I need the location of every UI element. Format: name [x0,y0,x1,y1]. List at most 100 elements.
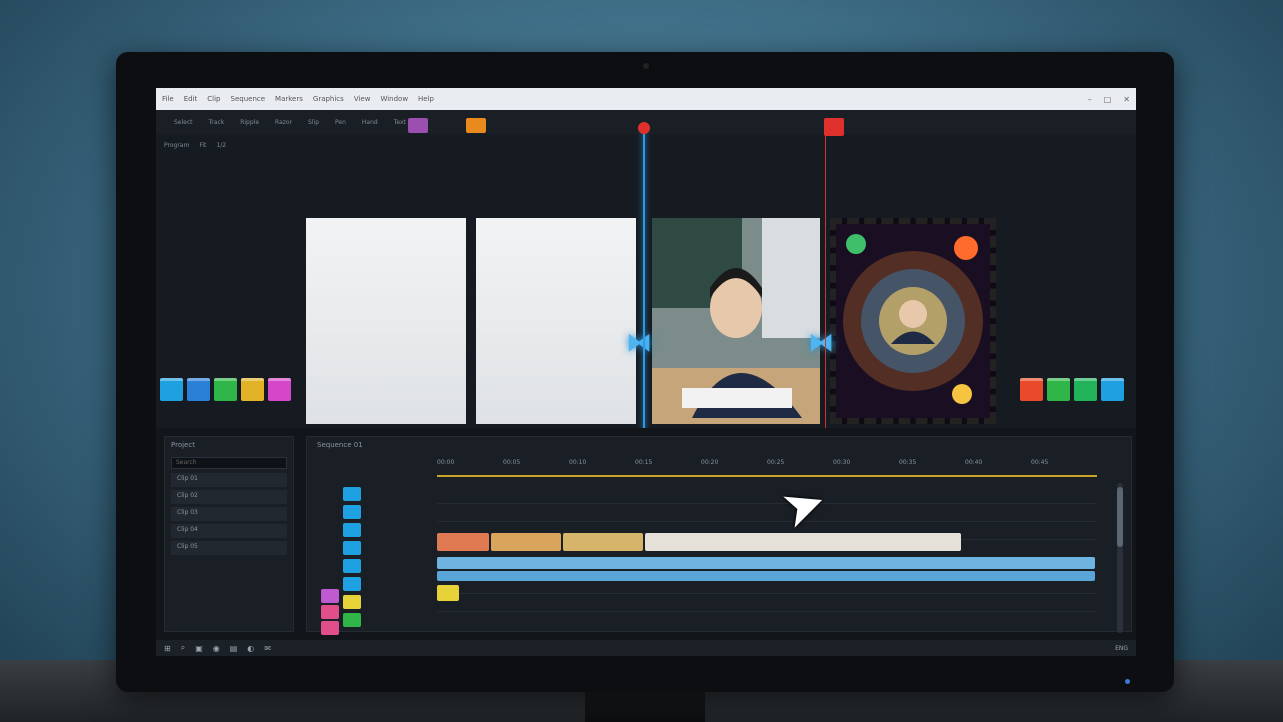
track-head-a1[interactable] [343,559,361,573]
screen: File Edit Clip Sequence Markers Graphics… [156,88,1136,656]
video-clip[interactable] [437,533,489,551]
swatch-green[interactable] [214,378,237,401]
ruler-tick: 00:10 [569,459,587,466]
window-controls: – □ ✕ [1088,95,1130,104]
menu-help[interactable]: Help [418,95,434,103]
menu-clip[interactable]: Clip [207,95,220,103]
editor-icon[interactable]: ◐ [247,644,254,653]
program-viewer: Program Fit 1/2 ⧓ ⧓ [156,138,1136,452]
menu-view[interactable]: View [354,95,371,103]
photo-frame-student[interactable] [652,218,820,424]
marker-purple[interactable] [408,118,428,133]
ruler-tick: 00:00 [437,459,455,466]
tool-ripple[interactable]: Ripple [240,119,259,126]
tool-hand[interactable]: Hand [362,119,378,126]
video-clip[interactable] [491,533,561,551]
project-panel-title: Project [171,441,195,449]
menu-window[interactable]: Window [380,95,408,103]
timeline-panel: Sequence 01 00:00 00:05 00:10 00:15 00:2… [306,436,1132,635]
blank-frame-2[interactable] [476,218,636,424]
track-lane [437,593,1097,594]
track-head-tag-2[interactable] [321,605,339,619]
swatch-yellow[interactable] [241,378,264,401]
transition-icon-2[interactable]: ⧓ [808,328,834,358]
transition-icon-1[interactable]: ⧓ [626,328,652,358]
swatch-magenta[interactable] [268,378,291,401]
swatch-red[interactable] [1020,378,1043,401]
track-head-a4[interactable] [343,613,361,627]
timeline-ruler[interactable]: 00:00 00:05 00:10 00:15 00:20 00:25 00:3… [437,459,1097,473]
start-icon[interactable]: ⊞ [164,644,171,653]
swatch-blue-3[interactable] [1101,378,1124,401]
track-lane [437,503,1097,504]
menu-bar: File Edit Clip Sequence Markers Graphics… [156,88,1136,110]
media-item[interactable]: Clip 05 [171,541,287,555]
menu-markers[interactable]: Markers [275,95,303,103]
playhead-knob[interactable] [638,122,650,134]
search-icon[interactable]: ⌕ [181,643,185,653]
files-icon[interactable]: ▤ [230,644,238,653]
color-swatches-right [1020,378,1124,401]
menu-edit[interactable]: Edit [184,95,198,103]
tool-track[interactable]: Track [209,119,225,126]
bottom-panels: Project Search Clip 01 Clip 02 Clip 03 C… [156,428,1136,640]
in-point-line[interactable] [825,128,826,458]
timeline-header: Sequence 01 [317,441,363,449]
track-head-tag-3[interactable] [321,621,339,635]
swatch-green-3[interactable] [1074,378,1097,401]
audio-clip[interactable] [437,571,1095,581]
taskbar: ⊞ ⌕ ▣ ◉ ▤ ◐ ✉ ENG [156,640,1136,656]
tool-pen[interactable]: Pen [335,119,346,126]
work-area-bar[interactable] [437,475,1097,477]
task-view-icon[interactable]: ▣ [195,644,203,653]
tool-slip[interactable]: Slip [308,119,319,126]
track-head-v2[interactable] [343,505,361,519]
system-tray[interactable]: ENG [1115,645,1128,652]
swatch-green-2[interactable] [1047,378,1070,401]
monitor: File Edit Clip Sequence Markers Graphics… [116,52,1174,692]
in-point-marker[interactable] [824,118,844,136]
graphics-clip[interactable] [437,585,459,601]
media-item[interactable]: Clip 03 [171,507,287,521]
webcam-dot [643,63,649,69]
project-panel: Project Search Clip 01 Clip 02 Clip 03 C… [164,436,294,632]
media-item[interactable]: Clip 02 [171,490,287,504]
track-head-v4[interactable] [343,541,361,555]
power-led [1125,679,1130,684]
menu-graphics[interactable]: Graphics [313,95,344,103]
viewer-resolution[interactable]: 1/2 [216,142,226,149]
media-item[interactable]: Clip 04 [171,524,287,538]
fx-frame[interactable] [830,218,996,424]
project-search-input[interactable]: Search [171,457,287,469]
menu-sequence[interactable]: Sequence [231,95,266,103]
sequence-tab[interactable]: Sequence 01 [317,441,363,449]
close-button[interactable]: ✕ [1123,95,1130,104]
video-clip[interactable] [563,533,643,551]
timeline-scroll-thumb[interactable] [1117,487,1123,547]
menu-file[interactable]: File [162,95,174,103]
ruler-tick: 00:20 [701,459,719,466]
viewer-header: Program Fit 1/2 [164,142,226,149]
track-head-a2[interactable] [343,577,361,591]
track-head-tag-1[interactable] [321,589,339,603]
tool-text[interactable]: Text [394,119,406,126]
monitor-stand [585,690,705,722]
maximize-button[interactable]: □ [1104,95,1112,104]
minimize-button[interactable]: – [1088,95,1092,104]
swatch-blue-2[interactable] [187,378,210,401]
media-item[interactable]: Clip 01 [171,473,287,487]
track-head-v1[interactable] [343,487,361,501]
marker-orange[interactable] [466,118,486,133]
track-lane [437,521,1097,522]
tool-razor[interactable]: Razor [275,119,292,126]
mail-icon[interactable]: ✉ [264,644,271,653]
tool-select[interactable]: Select [174,119,193,126]
ruler-tick: 00:30 [833,459,851,466]
blank-frame-1[interactable] [306,218,466,424]
swatch-blue-1[interactable] [160,378,183,401]
audio-clip[interactable] [437,557,1095,569]
viewer-fit[interactable]: Fit [199,142,206,149]
track-head-a3[interactable] [343,595,361,609]
browser-icon[interactable]: ◉ [213,644,220,653]
track-head-v3[interactable] [343,523,361,537]
